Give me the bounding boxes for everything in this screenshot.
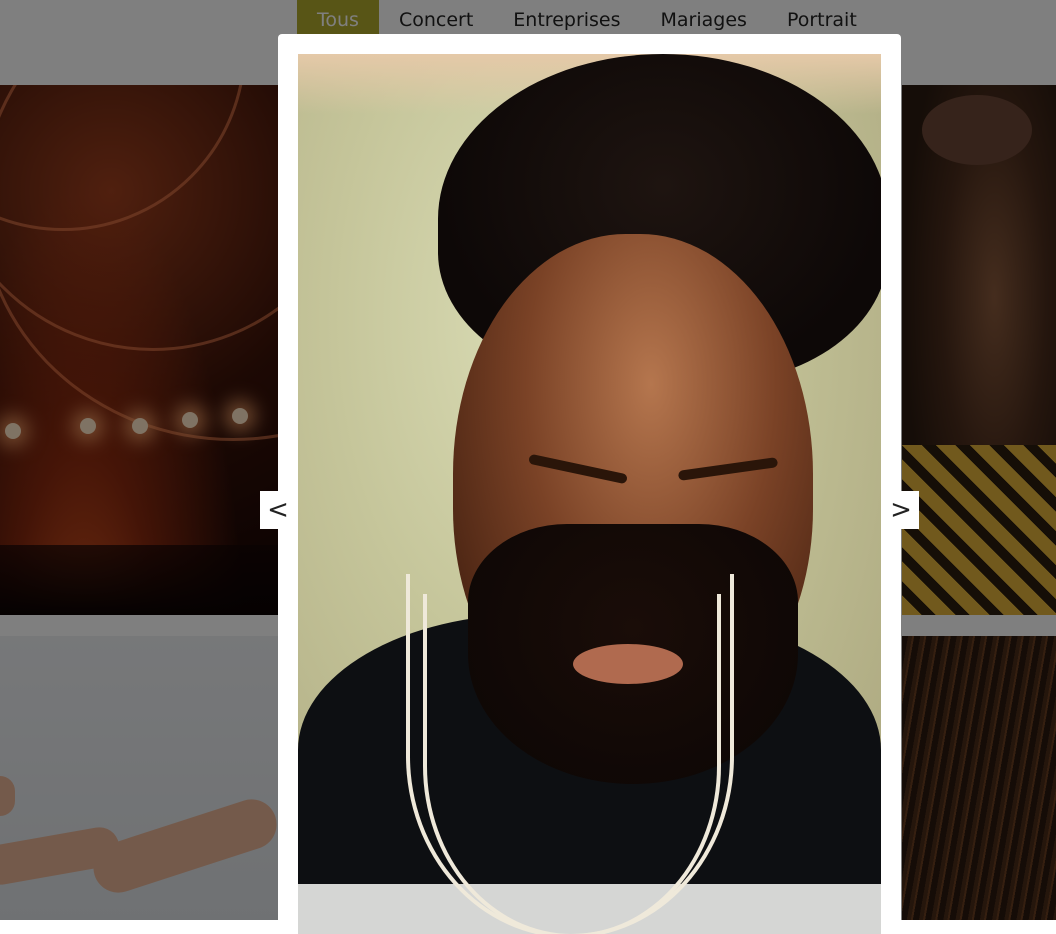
lightbox-image: [298, 54, 881, 934]
lightbox-next-button[interactable]: >: [883, 491, 919, 529]
lightbox-prev-button[interactable]: <: [260, 491, 296, 529]
lightbox-modal: [278, 34, 901, 934]
